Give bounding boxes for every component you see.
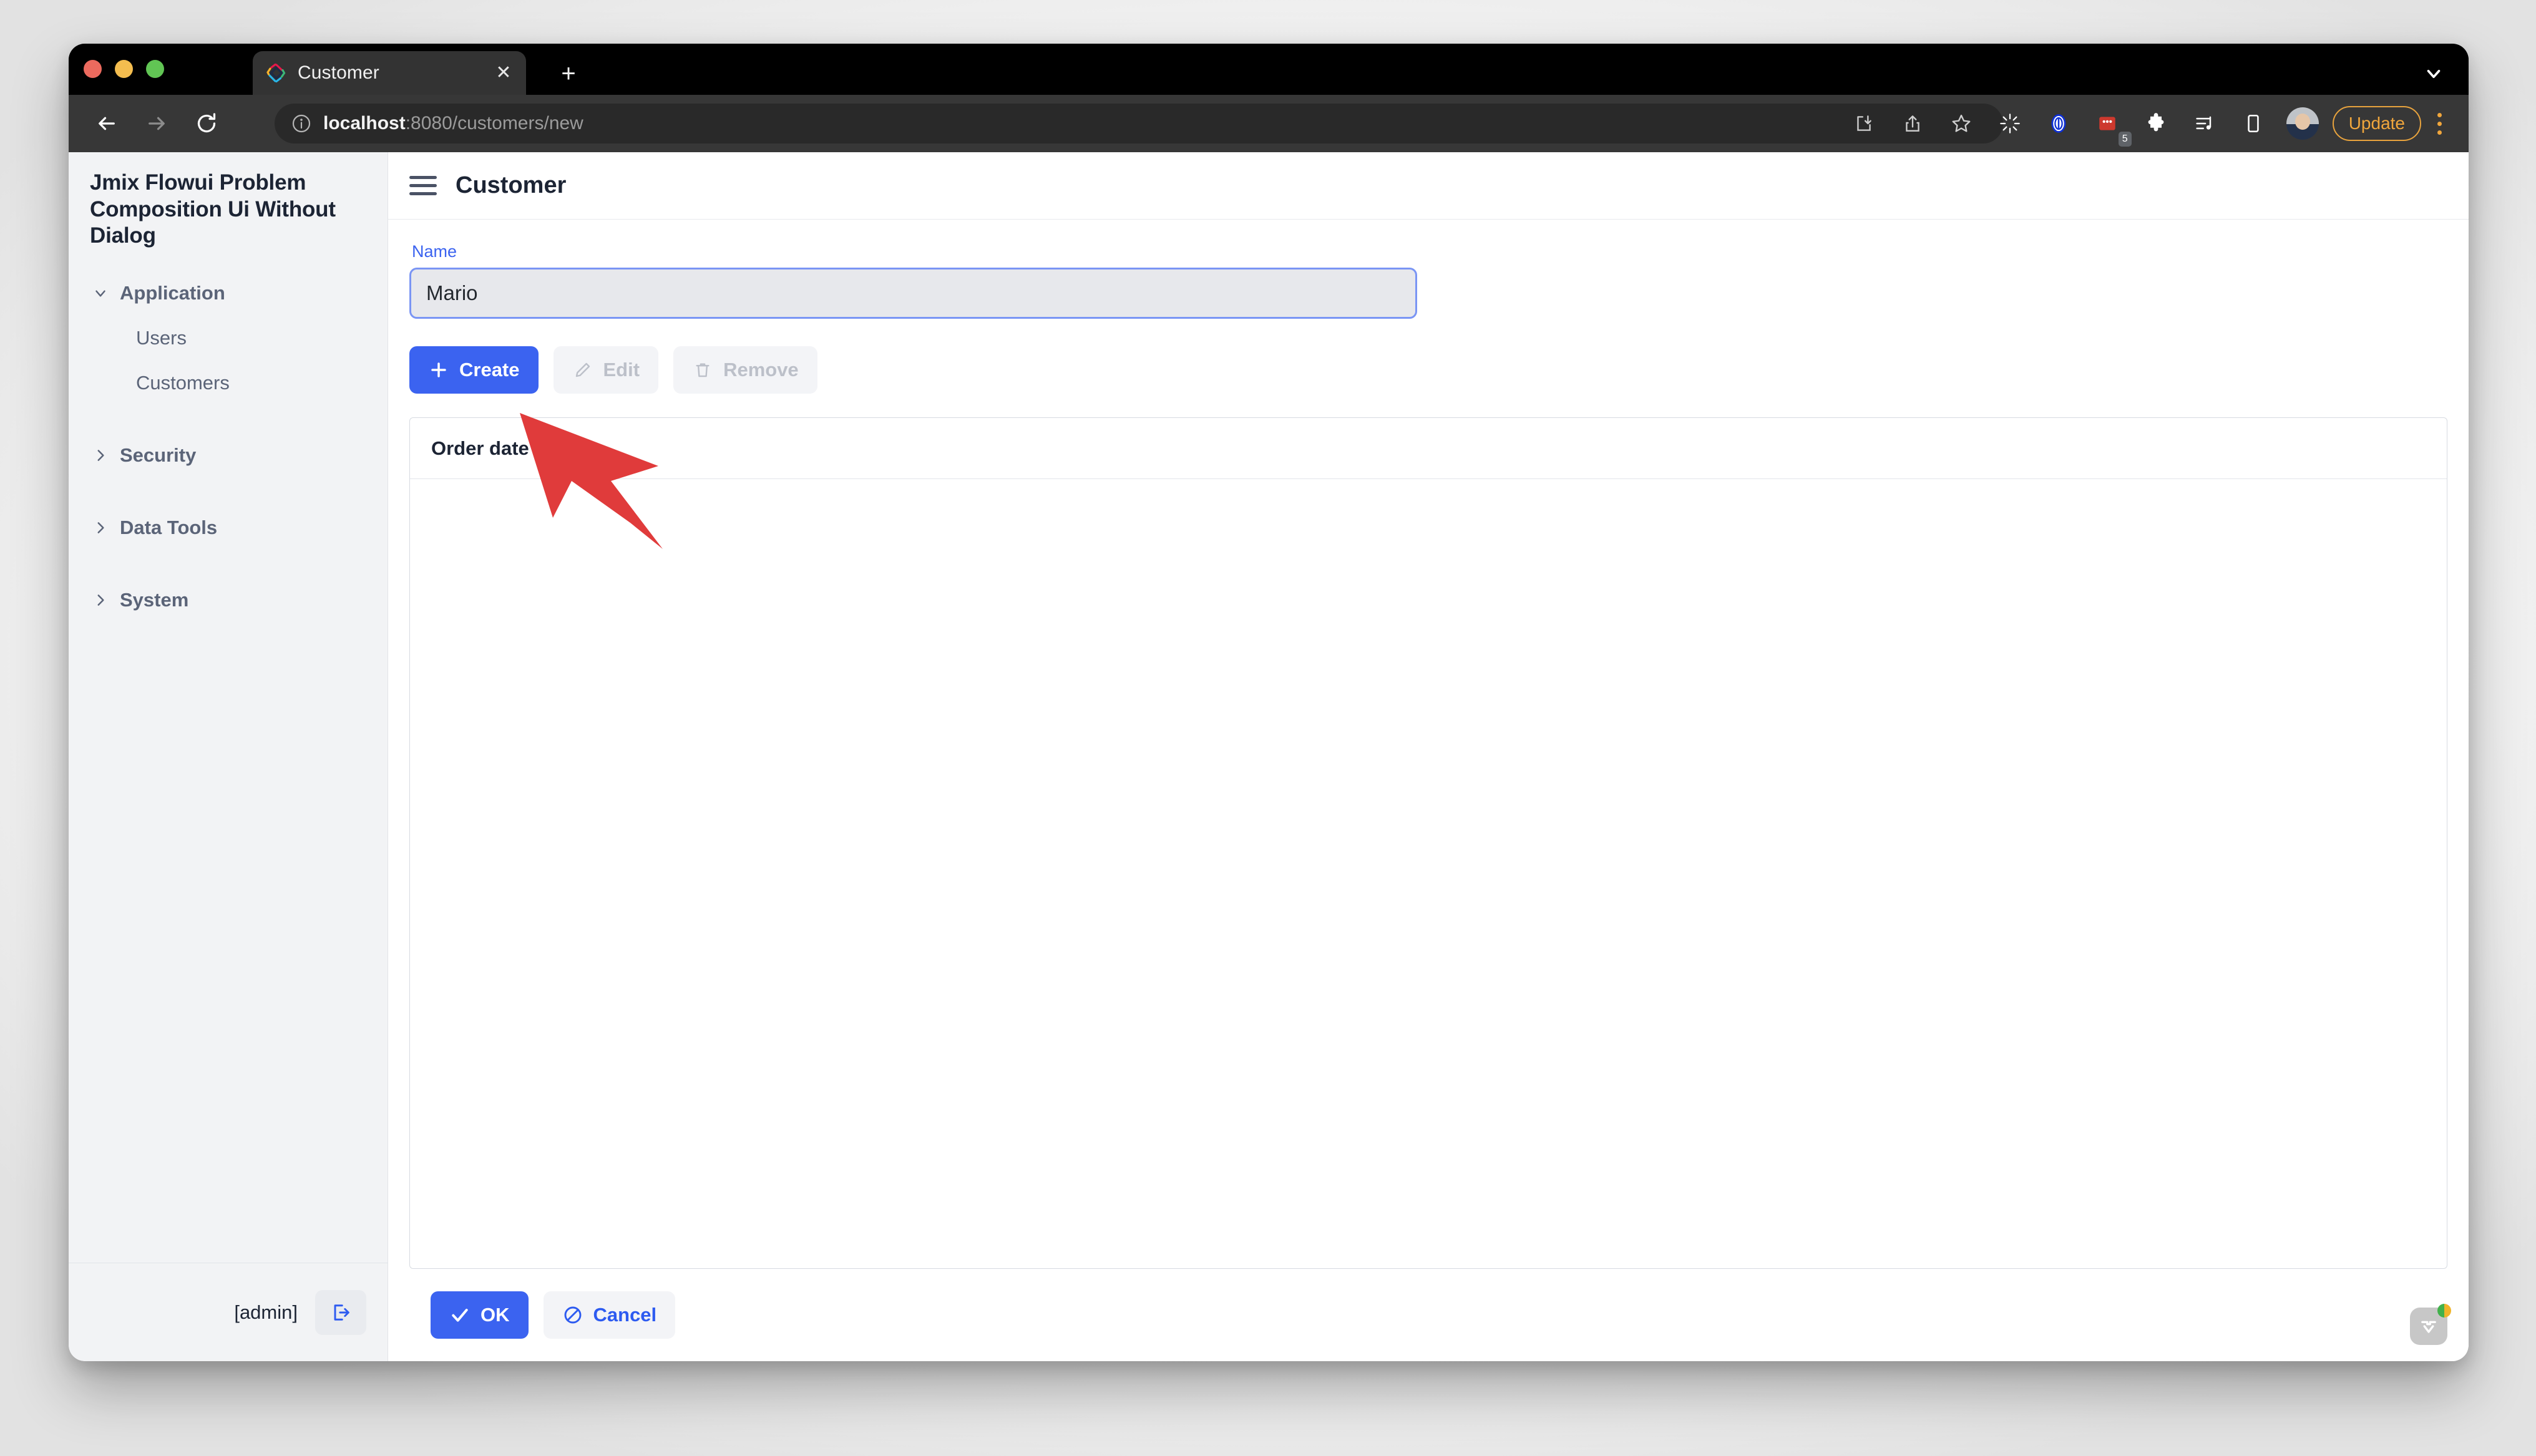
grid-column-order-date[interactable]: Order date	[431, 437, 529, 460]
name-field-label: Name	[412, 242, 457, 261]
playlist-music-icon[interactable]	[2185, 104, 2224, 143]
chevron-down-icon	[90, 285, 111, 301]
extension-red-icon[interactable]: 5	[2088, 104, 2132, 147]
mobile-device-icon[interactable]	[2234, 104, 2273, 143]
chevron-right-icon	[90, 447, 111, 463]
sort-updown-icon[interactable]	[538, 439, 553, 458]
page-viewport: Jmix Flowui Problem Composition Ui Witho…	[69, 152, 2469, 1361]
loading-spinner-icon[interactable]	[1991, 104, 2029, 143]
update-button[interactable]: Update	[2332, 106, 2421, 141]
ban-circle-icon	[562, 1304, 583, 1326]
pencil-icon	[572, 359, 593, 381]
orders-grid: Order date	[409, 417, 2447, 1269]
view-header: Customer	[388, 152, 2469, 220]
edit-button: Edit	[553, 346, 659, 394]
sidebar-item-customers[interactable]: Customers	[69, 361, 388, 405]
grid-body	[410, 479, 2447, 1268]
browser-toolbar: localhost:8080/customers/new 5 Update	[69, 95, 2469, 152]
status-dot	[2437, 1304, 2451, 1318]
hamburger-menu-icon[interactable]	[409, 176, 437, 195]
sidebar-group-label: Security	[120, 444, 197, 467]
back-arrow-icon[interactable]	[87, 104, 126, 143]
sidebar-group-data-tools[interactable]: Data Tools	[69, 505, 388, 550]
grid-action-buttons: Create Edit Remove	[409, 346, 2447, 394]
browser-window: Customer ✕ + localhost:8080/customers/ne…	[69, 44, 2469, 1361]
page-title: Customer	[456, 172, 567, 198]
browser-tab[interactable]: Customer ✕	[253, 51, 526, 95]
sign-out-icon[interactable]	[315, 1289, 366, 1335]
sidebar-nav: Application Users Customers Security Dat…	[69, 258, 388, 1263]
chevron-down-icon[interactable]	[2419, 59, 2449, 89]
close-tab-button[interactable]: ✕	[491, 61, 516, 85]
vimeo-circle-icon[interactable]	[2039, 104, 2078, 143]
browser-menu-icon[interactable]	[2425, 104, 2454, 143]
url-host: localhost	[323, 113, 406, 133]
main-content: Customer Name Mario Create Edit Remove O…	[388, 152, 2469, 1361]
reload-icon[interactable]	[187, 104, 226, 143]
ok-button[interactable]: OK	[431, 1291, 529, 1339]
remove-button: Remove	[673, 346, 817, 394]
sidebar-group-system[interactable]: System	[69, 578, 388, 623]
view-content: Name Mario Create Edit Remove Order date…	[388, 220, 2469, 1361]
vaadin-devtools-icon[interactable]	[2410, 1304, 2451, 1345]
dialog-footer-actions: OK Cancel	[409, 1269, 2447, 1361]
close-window-button[interactable]	[84, 60, 102, 78]
name-input[interactable]: Mario	[409, 268, 1417, 319]
sidebar-group-label: Data Tools	[120, 517, 218, 539]
url-path: :8080/customers/new	[405, 113, 583, 133]
window-controls	[84, 60, 164, 78]
grid-header-row: Order date	[410, 418, 2447, 479]
sidebar-item-users[interactable]: Users	[69, 316, 388, 361]
address-bar[interactable]: localhost:8080/customers/new	[275, 104, 2003, 143]
install-app-icon[interactable]	[1845, 104, 1883, 143]
jmix-logo-icon	[265, 62, 288, 84]
plus-icon	[428, 359, 449, 381]
sidebar-group-label: Application	[120, 282, 225, 304]
url-text: localhost:8080/customers/new	[323, 113, 583, 134]
sidebar-group-label: System	[120, 589, 189, 611]
bookmark-star-icon[interactable]	[1942, 104, 1981, 143]
sidebar-footer: [admin]	[69, 1263, 388, 1361]
browser-tab-strip: Customer ✕ +	[69, 44, 2469, 95]
puzzle-extensions-icon[interactable]	[2137, 104, 2175, 143]
chevron-right-icon	[90, 520, 111, 536]
cancel-button[interactable]: Cancel	[543, 1291, 676, 1339]
forward-arrow-icon	[137, 104, 176, 143]
remove-button-label: Remove	[723, 359, 799, 381]
new-tab-button[interactable]: +	[552, 57, 585, 90]
chevron-right-icon	[90, 592, 111, 608]
site-info-icon[interactable]	[291, 113, 312, 134]
sidebar-group-security[interactable]: Security	[69, 433, 388, 478]
tab-title: Customer	[298, 62, 379, 83]
app-title: Jmix Flowui Problem Composition Ui Witho…	[90, 170, 336, 248]
toolbar-icon-group: 5 Update	[1835, 95, 2469, 152]
cancel-button-label: Cancel	[593, 1304, 657, 1326]
create-button[interactable]: Create	[409, 346, 539, 394]
maximize-window-button[interactable]	[146, 60, 164, 78]
app-sidebar: Jmix Flowui Problem Composition Ui Witho…	[69, 152, 388, 1361]
minimize-window-button[interactable]	[115, 60, 133, 78]
check-icon	[449, 1304, 471, 1326]
avatar[interactable]	[2286, 107, 2319, 140]
extension-badge-count: 5	[2118, 132, 2132, 147]
create-button-label: Create	[459, 359, 520, 381]
share-icon[interactable]	[1893, 104, 1932, 143]
trash-icon	[692, 359, 713, 381]
current-user-label: [admin]	[234, 1301, 298, 1323]
ok-button-label: OK	[480, 1304, 510, 1326]
sidebar-group-application[interactable]: Application	[69, 271, 388, 316]
edit-button-label: Edit	[603, 359, 640, 381]
